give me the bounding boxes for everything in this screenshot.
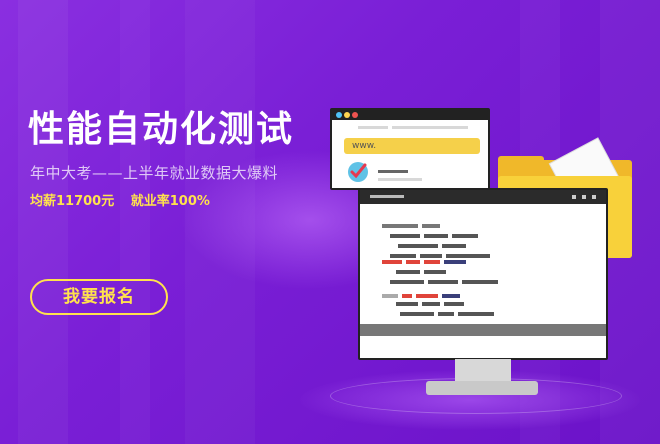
monitor-base: [426, 381, 538, 395]
code-line: [458, 312, 494, 316]
check-icon: [348, 162, 368, 182]
code-line: [406, 260, 420, 264]
text-line: [358, 126, 388, 129]
window-dot-icon: [352, 112, 358, 118]
background-strip: [18, 0, 68, 444]
code-line: [398, 244, 438, 248]
window-dot-icon: [336, 112, 342, 118]
code-line: [382, 224, 418, 228]
code-line: [424, 260, 440, 264]
salary-stat: 均薪11700元: [30, 194, 115, 209]
monitor-icon: [358, 188, 608, 360]
code-line: [390, 254, 416, 258]
banner-title: 性能自动化测试: [28, 109, 295, 150]
background-strip: [120, 0, 150, 444]
text-line: [378, 170, 408, 173]
stats-line: 均薪11700元 就业率100%: [30, 190, 222, 209]
code-line: [382, 294, 398, 298]
banner-subtitle: 年中大考——上半年就业数据大爆料: [30, 164, 279, 182]
code-line: [400, 312, 434, 316]
signup-button[interactable]: 我要报名: [30, 279, 168, 315]
code-line: [462, 280, 498, 284]
code-line: [442, 244, 466, 248]
code-line: [424, 270, 446, 274]
window-control-icon: [572, 195, 576, 199]
browser-window-icon: www.: [330, 108, 490, 190]
code-line: [424, 234, 448, 238]
course-banner[interactable]: 性能自动化测试 年中大考——上半年就业数据大爆料 均薪11700元 就业率100…: [0, 0, 660, 444]
code-line: [396, 270, 420, 274]
code-line: [428, 280, 458, 284]
code-line: [422, 224, 440, 228]
code-line: [452, 234, 478, 238]
window-control-icon: [592, 195, 596, 199]
code-line: [416, 294, 438, 298]
code-line: [390, 234, 420, 238]
window-control-icon: [582, 195, 586, 199]
editor-statusbar: [360, 324, 606, 336]
code-line: [438, 312, 454, 316]
code-line: [382, 260, 402, 264]
window-dot-icon: [344, 112, 350, 118]
code-line: [402, 294, 412, 298]
text-line: [392, 126, 468, 129]
code-line: [442, 294, 460, 298]
employment-rate-stat: 就业率100%: [130, 194, 210, 209]
code-line: [390, 280, 424, 284]
editor-titlebar: [360, 190, 606, 204]
code-line: [396, 302, 418, 306]
code-line: [444, 302, 464, 306]
monitor-stand: [455, 359, 511, 383]
code-line: [444, 260, 466, 264]
code-line: [446, 254, 490, 258]
url-field: www.: [344, 138, 480, 154]
code-line: [422, 302, 440, 306]
title-line: [370, 195, 404, 198]
code-line: [420, 254, 442, 258]
browser-titlebar: [332, 110, 488, 120]
text-line: [378, 178, 422, 181]
